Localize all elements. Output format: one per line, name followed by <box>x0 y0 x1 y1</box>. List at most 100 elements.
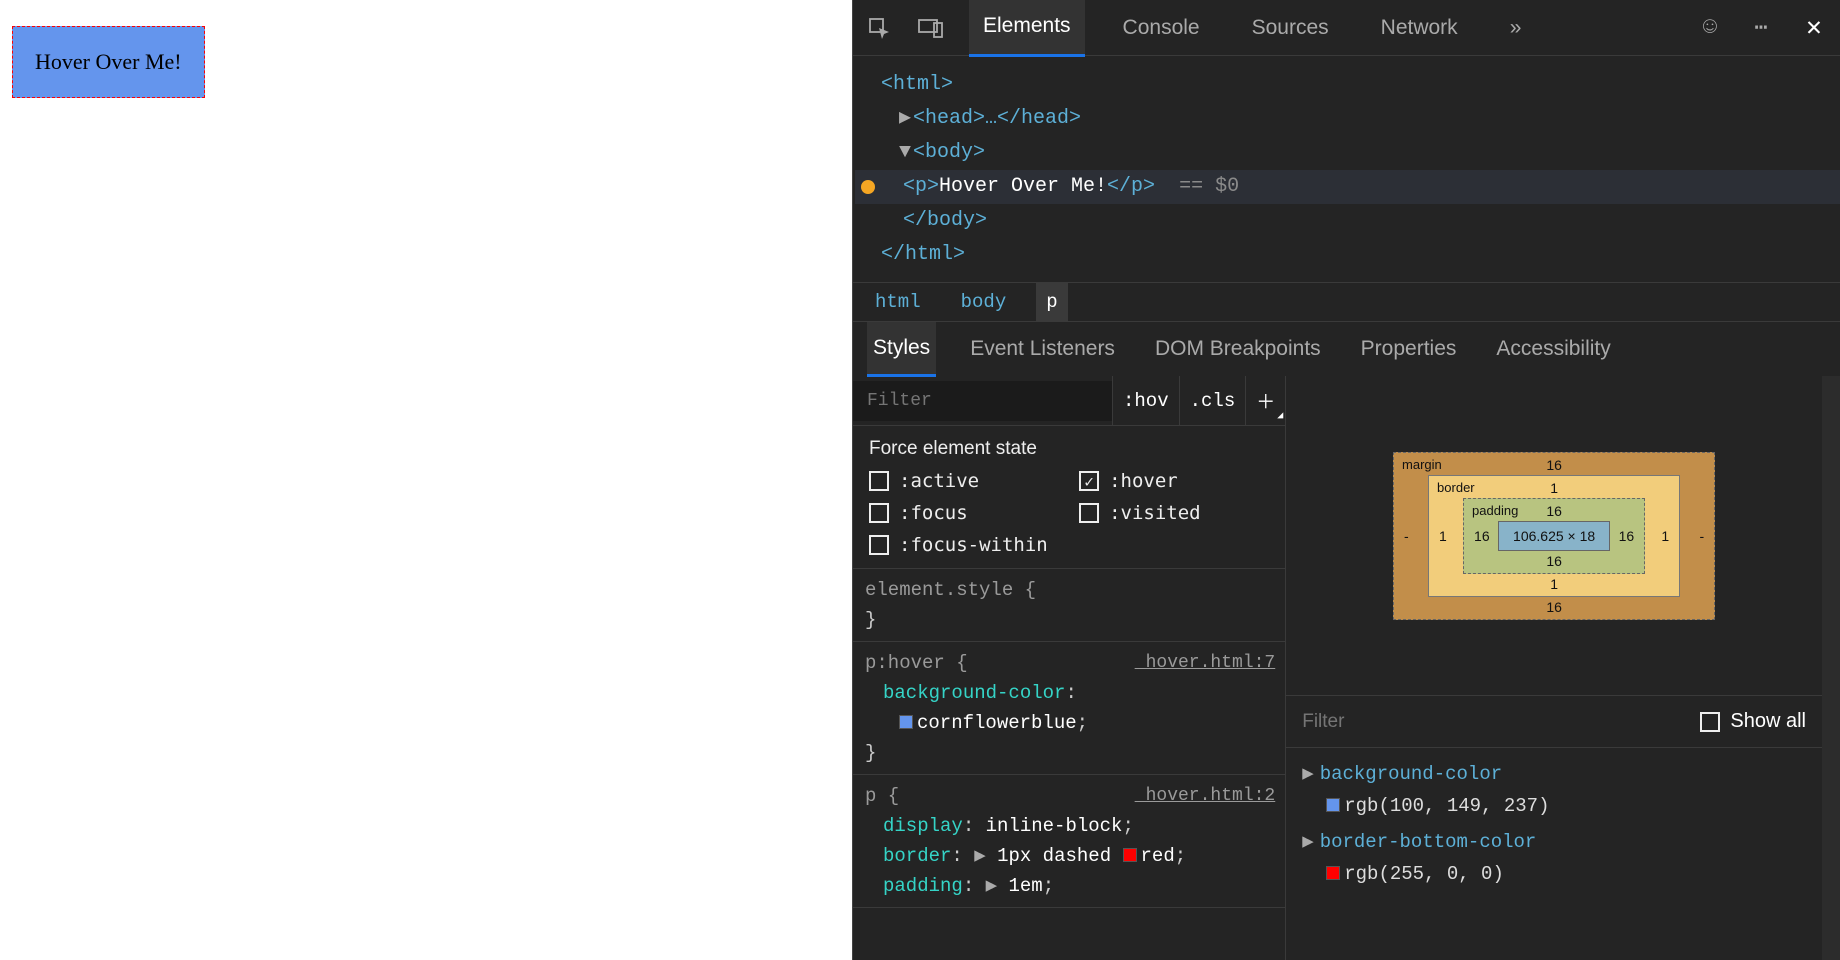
computed-val: rgb(255, 0, 0) <box>1344 863 1504 885</box>
box-margin[interactable]: margin 16 16 - - border 1 1 1 1 paddin <box>1393 452 1715 620</box>
css-prop: display <box>883 815 963 837</box>
computed-filterbar: Show all <box>1286 696 1822 748</box>
css-val: inline-block <box>986 815 1123 837</box>
rule-element-style[interactable]: element.style { } <box>853 569 1285 642</box>
rule-selector: p:hover { <box>865 652 968 674</box>
show-all-toggle[interactable]: Show all <box>1700 710 1806 733</box>
tab-styles[interactable]: Styles <box>867 322 936 377</box>
crumb-body[interactable]: body <box>951 283 1017 321</box>
state-focus-within-label: :focus-within <box>899 534 1048 556</box>
state-focus[interactable]: :focus <box>869 502 1059 524</box>
box-margin-r: - <box>1700 528 1705 544</box>
dom-html-close[interactable]: </html> <box>881 243 965 266</box>
tab-event-listeners[interactable]: Event Listeners <box>964 323 1121 375</box>
rule-selector: p { <box>865 785 899 807</box>
kebab-icon[interactable]: ⋯ <box>1748 14 1776 42</box>
dom-eq0: == $0 <box>1179 175 1239 198</box>
breadcrumb: html body p <box>853 282 1840 322</box>
box-content[interactable]: 106.625 × 18 <box>1498 521 1610 551</box>
tabs-overflow-icon[interactable]: » <box>1496 0 1536 56</box>
rule-source-link[interactable]: _hover.html:7 <box>1135 648 1275 678</box>
tab-network[interactable]: Network <box>1367 0 1472 56</box>
css-prop: background-color <box>883 682 1065 704</box>
styles-filter-input[interactable] <box>853 381 1112 421</box>
box-margin-t: 16 <box>1546 457 1562 473</box>
styles-filterbar: :hov .cls ＋◢ <box>853 376 1285 426</box>
computed-row[interactable]: ▶background-color rgb(100, 149, 237) <box>1296 756 1812 824</box>
box-padding-l: 16 <box>1474 528 1490 544</box>
color-swatch-icon <box>1326 866 1340 880</box>
tab-properties[interactable]: Properties <box>1355 323 1463 375</box>
box-margin-b: 16 <box>1546 599 1562 615</box>
dom-html-open[interactable]: <html> <box>881 73 953 96</box>
show-all-label: Show all <box>1730 710 1806 733</box>
computed-row[interactable]: ▶border-bottom-color rgb(255, 0, 0) <box>1296 824 1812 892</box>
box-margin-l: - <box>1404 528 1409 544</box>
inspect-icon[interactable] <box>865 14 893 42</box>
box-border-b: 1 <box>1550 576 1558 592</box>
dom-selected-row[interactable]: <p>Hover Over Me!</p> == $0 <box>855 170 1840 204</box>
box-border-t: 1 <box>1550 480 1558 496</box>
rendered-page: Hover Over Me! <box>0 0 852 960</box>
rule-p-hover[interactable]: _hover.html:7 p:hover { background-color… <box>853 642 1285 775</box>
dom-head[interactable]: <head>…</head> <box>913 107 1081 130</box>
state-active[interactable]: :active <box>869 470 1059 492</box>
box-padding[interactable]: padding 16 16 16 16 106.625 × 18 <box>1463 498 1645 574</box>
css-rules: element.style { } _hover.html:7 p:hover … <box>853 569 1285 960</box>
new-style-rule-icon[interactable]: ＋◢ <box>1245 376 1285 426</box>
force-state-indicator-icon <box>861 180 875 194</box>
box-border[interactable]: border 1 1 1 1 padding 16 16 16 16 <box>1428 475 1680 597</box>
tab-sources[interactable]: Sources <box>1238 0 1343 56</box>
force-state-panel: Force element state :active :hover :focu… <box>853 426 1285 569</box>
hov-toggle[interactable]: :hov <box>1112 376 1179 426</box>
crumb-p[interactable]: p <box>1036 283 1067 321</box>
computed-prop: background-color <box>1320 763 1502 785</box>
tab-elements[interactable]: Elements <box>969 0 1085 57</box>
styles-column: :hov .cls ＋◢ Force element state :active… <box>853 376 1286 960</box>
css-val: cornflowerblue <box>917 712 1077 734</box>
hover-paragraph[interactable]: Hover Over Me! <box>12 26 205 98</box>
computed-filter-input[interactable] <box>1302 711 1700 733</box>
smiley-icon[interactable]: ☺ <box>1696 14 1724 42</box>
state-hover-label: :hover <box>1109 470 1178 492</box>
css-val: 1px dashed <box>997 845 1111 867</box>
computed-list: ▶background-color rgb(100, 149, 237) ▶bo… <box>1286 748 1822 960</box>
tab-accessibility[interactable]: Accessibility <box>1490 323 1616 375</box>
rule-selector: element.style { <box>865 579 1036 601</box>
close-icon[interactable]: ✕ <box>1800 14 1828 42</box>
state-active-label: :active <box>899 470 979 492</box>
styles-tabbar: Styles Event Listeners DOM Breakpoints P… <box>853 322 1840 376</box>
color-swatch-icon[interactable] <box>1123 848 1137 862</box>
dom-p-text: Hover Over Me! <box>939 175 1107 198</box>
box-padding-r: 16 <box>1619 528 1635 544</box>
device-toggle-icon[interactable] <box>917 14 945 42</box>
css-prop: border <box>883 845 951 867</box>
box-border-l: 1 <box>1439 528 1447 544</box>
rule-source-link[interactable]: _hover.html:2 <box>1135 781 1275 811</box>
state-focus-within[interactable]: :focus-within <box>869 534 1059 556</box>
box-model[interactable]: margin 16 16 - - border 1 1 1 1 paddin <box>1286 376 1822 696</box>
color-swatch-icon[interactable] <box>899 715 913 729</box>
css-val: red <box>1141 845 1175 867</box>
dom-body-close[interactable]: </body> <box>903 209 987 232</box>
state-visited-label: :visited <box>1109 502 1201 524</box>
dom-tree[interactable]: <html> ▶<head>…</head> ▼<body> <p>Hover … <box>853 56 1840 282</box>
scrollbar[interactable] <box>1822 376 1840 960</box>
cls-toggle[interactable]: .cls <box>1179 376 1246 426</box>
rule-close: } <box>865 742 876 764</box>
computed-column: margin 16 16 - - border 1 1 1 1 paddin <box>1286 376 1822 960</box>
dom-body-open[interactable]: <body> <box>913 141 985 164</box>
rule-close: } <box>865 609 876 631</box>
box-padding-label: padding <box>1472 503 1518 518</box>
state-visited[interactable]: :visited <box>1079 502 1269 524</box>
devtools-panel: Elements Console Sources Network » ☺ ⋯ ✕… <box>852 0 1840 960</box>
styles-lower: :hov .cls ＋◢ Force element state :active… <box>853 376 1840 960</box>
force-state-title: Force element state <box>869 438 1269 460</box>
rule-p[interactable]: _hover.html:2 p { display: inline-block;… <box>853 775 1285 908</box>
tab-console[interactable]: Console <box>1109 0 1214 56</box>
devtools-toolbar: Elements Console Sources Network » ☺ ⋯ ✕ <box>853 0 1840 56</box>
css-prop: padding <box>883 875 963 897</box>
state-hover[interactable]: :hover <box>1079 470 1269 492</box>
crumb-html[interactable]: html <box>865 283 931 321</box>
tab-dom-breakpoints[interactable]: DOM Breakpoints <box>1149 323 1327 375</box>
